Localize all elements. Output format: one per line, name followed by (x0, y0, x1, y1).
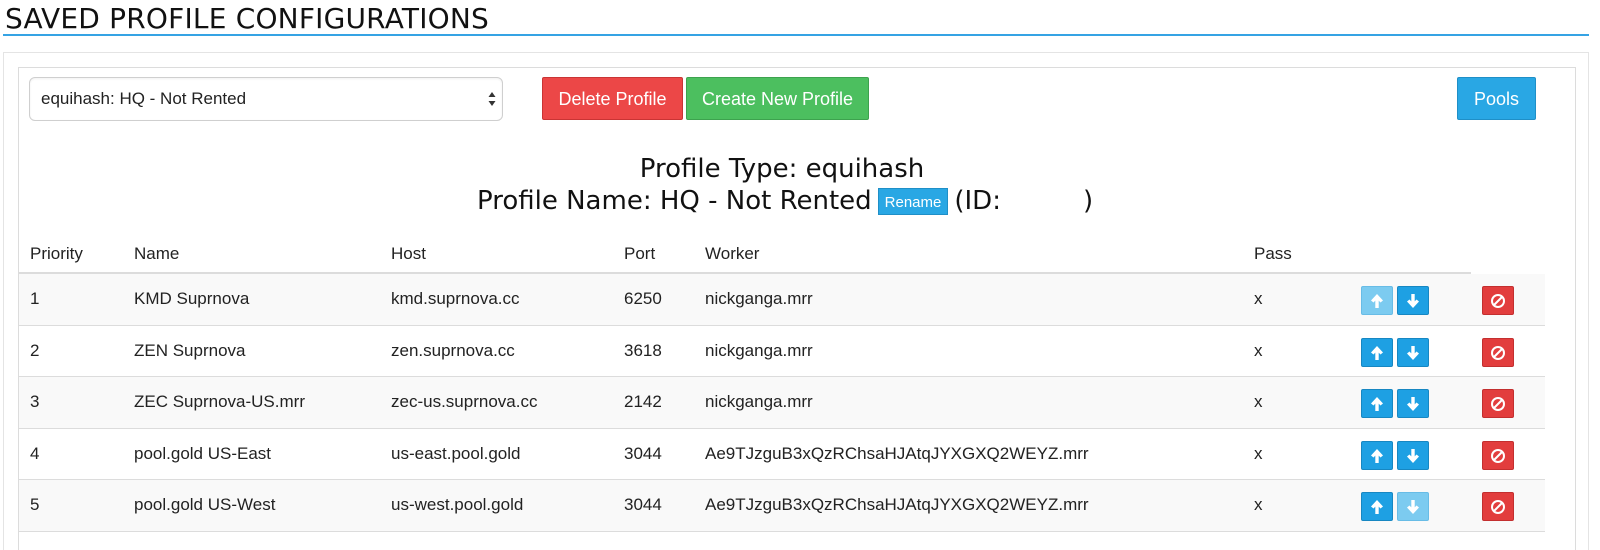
cell-host: zec-us.suprnova.cc (391, 392, 538, 412)
delete-profile-button[interactable]: Delete Profile (542, 77, 683, 120)
cell-worker: nickganga.mrr (705, 340, 813, 360)
pools-table: Priority Name Host Port Worker Pass 1 KMD… (19, 230, 1545, 532)
rename-button[interactable]: Rename (877, 187, 949, 215)
header-priority: Priority (30, 244, 83, 263)
cell-host: us-east.pool.gold (391, 443, 521, 463)
cell-pass: x (1254, 340, 1263, 360)
header-port: Port (624, 244, 656, 263)
redacted-id (1000, 187, 1083, 215)
table-row: 3 ZEC Suprnova-US.mrr zec-us.suprnova.cc 21… (19, 377, 1545, 429)
ban-icon (1491, 345, 1505, 360)
arrow-up-icon (1371, 345, 1383, 360)
arrow-down-icon (1407, 500, 1419, 515)
profile-id-close: ) (1082, 186, 1094, 216)
cell-priority: 4 (30, 443, 40, 463)
page-title: SAVED PROFILE CONFIGURATIONS (5, 2, 490, 35)
arrow-down-icon (1407, 345, 1419, 360)
profile-panel: equihash: HQ - Not Rented Delete Profile… (18, 67, 1576, 550)
cell-port: 3618 (624, 340, 662, 360)
create-profile-button[interactable]: Create New Profile (686, 77, 869, 120)
cell-host: zen.suprnova.cc (391, 340, 515, 360)
outer-panel: equihash: HQ - Not Rented Delete Profile… (3, 52, 1589, 550)
arrow-up-icon (1371, 294, 1383, 308)
profile-select-value: equihash: HQ - Not Rented (41, 89, 247, 108)
cell-priority: 3 (30, 392, 40, 412)
cell-worker: Ae9TJzguB3xQzRChsaHJAtqJYXGXQ2WEYZ.mrr (705, 495, 1089, 515)
table-row: 4 pool.gold US-East us-east.pool.gold 3044 A… (19, 429, 1545, 481)
cell-host: kmd.suprnova.cc (391, 289, 520, 308)
cell-name: KMD Suprnova (134, 289, 250, 308)
move-down-button[interactable] (1397, 492, 1429, 522)
cell-priority: 1 (30, 289, 40, 308)
table-row: 5 pool.gold US-West us-west.pool.gold 3044 A… (19, 480, 1545, 532)
cell-worker: nickganga.mrr (705, 392, 813, 412)
cell-name: pool.gold US-East (134, 443, 272, 463)
arrow-down-icon (1407, 448, 1419, 463)
cell-priority: 2 (30, 340, 40, 360)
move-down-button[interactable] (1397, 337, 1429, 367)
ban-icon (1491, 448, 1505, 463)
ban-icon (1491, 500, 1505, 515)
cell-port: 2142 (624, 392, 662, 412)
cell-name: ZEN Suprnova (134, 340, 246, 360)
cell-worker: Ae9TJzguB3xQzRChsaHJAtqJYXGXQ2WEYZ.mrr (705, 443, 1089, 463)
sort-arrows-icon (488, 92, 496, 106)
remove-pool-button[interactable] (1482, 286, 1514, 315)
profile-name: Profile Name: HQ - Not Rented (477, 186, 872, 216)
remove-pool-button[interactable] (1482, 440, 1514, 470)
arrow-down-icon (1407, 397, 1419, 412)
header-worker: Worker (705, 244, 760, 263)
move-up-button[interactable] (1361, 492, 1393, 522)
header-host: Host (391, 244, 426, 263)
title-divider (3, 34, 1589, 36)
arrow-up-icon (1371, 448, 1383, 463)
table-body: 1 KMD Suprnova kmd.suprnova.cc 6250 nickgang… (19, 274, 1545, 532)
move-down-button[interactable] (1397, 440, 1429, 470)
cell-host: us-west.pool.gold (391, 495, 524, 515)
cell-port: 6250 (624, 289, 662, 308)
move-down-button[interactable] (1397, 286, 1429, 315)
arrow-up-icon (1371, 500, 1383, 515)
table-row: 1 KMD Suprnova kmd.suprnova.cc 6250 nickgang… (19, 274, 1545, 326)
cell-port: 3044 (624, 443, 662, 463)
remove-pool-button[interactable] (1482, 492, 1514, 522)
arrow-up-icon (1371, 397, 1383, 412)
cell-name: ZEC Suprnova-US.mrr (134, 392, 305, 412)
cell-pass: x (1254, 443, 1263, 463)
move-down-button[interactable] (1397, 389, 1429, 419)
table-header: Priority Name Host Port Worker Pass (19, 230, 1471, 274)
table-row: 2 ZEN Suprnova zen.suprnova.cc 3618 nickgang… (19, 326, 1545, 378)
header-name: Name (134, 244, 180, 263)
pools-button[interactable]: Pools (1457, 77, 1536, 120)
profile-type: Profile Type: equihash (639, 154, 925, 184)
cell-pass: x (1254, 289, 1263, 308)
profile-select[interactable]: equihash: HQ - Not Rented (29, 77, 503, 121)
ban-icon (1491, 397, 1505, 412)
cell-worker: nickganga.mrr (705, 289, 813, 308)
move-up-button[interactable] (1361, 389, 1393, 419)
remove-pool-button[interactable] (1482, 389, 1514, 419)
profile-name-line: Profile Name: HQ - Not Rented Rename (ID… (477, 184, 1093, 218)
cell-priority: 5 (30, 495, 40, 515)
arrow-down-icon (1407, 294, 1419, 308)
move-up-button[interactable] (1361, 440, 1393, 470)
ban-icon (1491, 294, 1505, 308)
cell-port: 3044 (624, 495, 662, 515)
move-up-button[interactable] (1361, 286, 1393, 315)
header-pass: Pass (1254, 244, 1292, 263)
cell-pass: x (1254, 495, 1263, 515)
remove-pool-button[interactable] (1482, 337, 1514, 367)
move-up-button[interactable] (1361, 337, 1393, 367)
cell-pass: x (1254, 392, 1263, 412)
cell-name: pool.gold US-West (134, 495, 276, 515)
profile-id-label: (ID: (954, 186, 1001, 216)
